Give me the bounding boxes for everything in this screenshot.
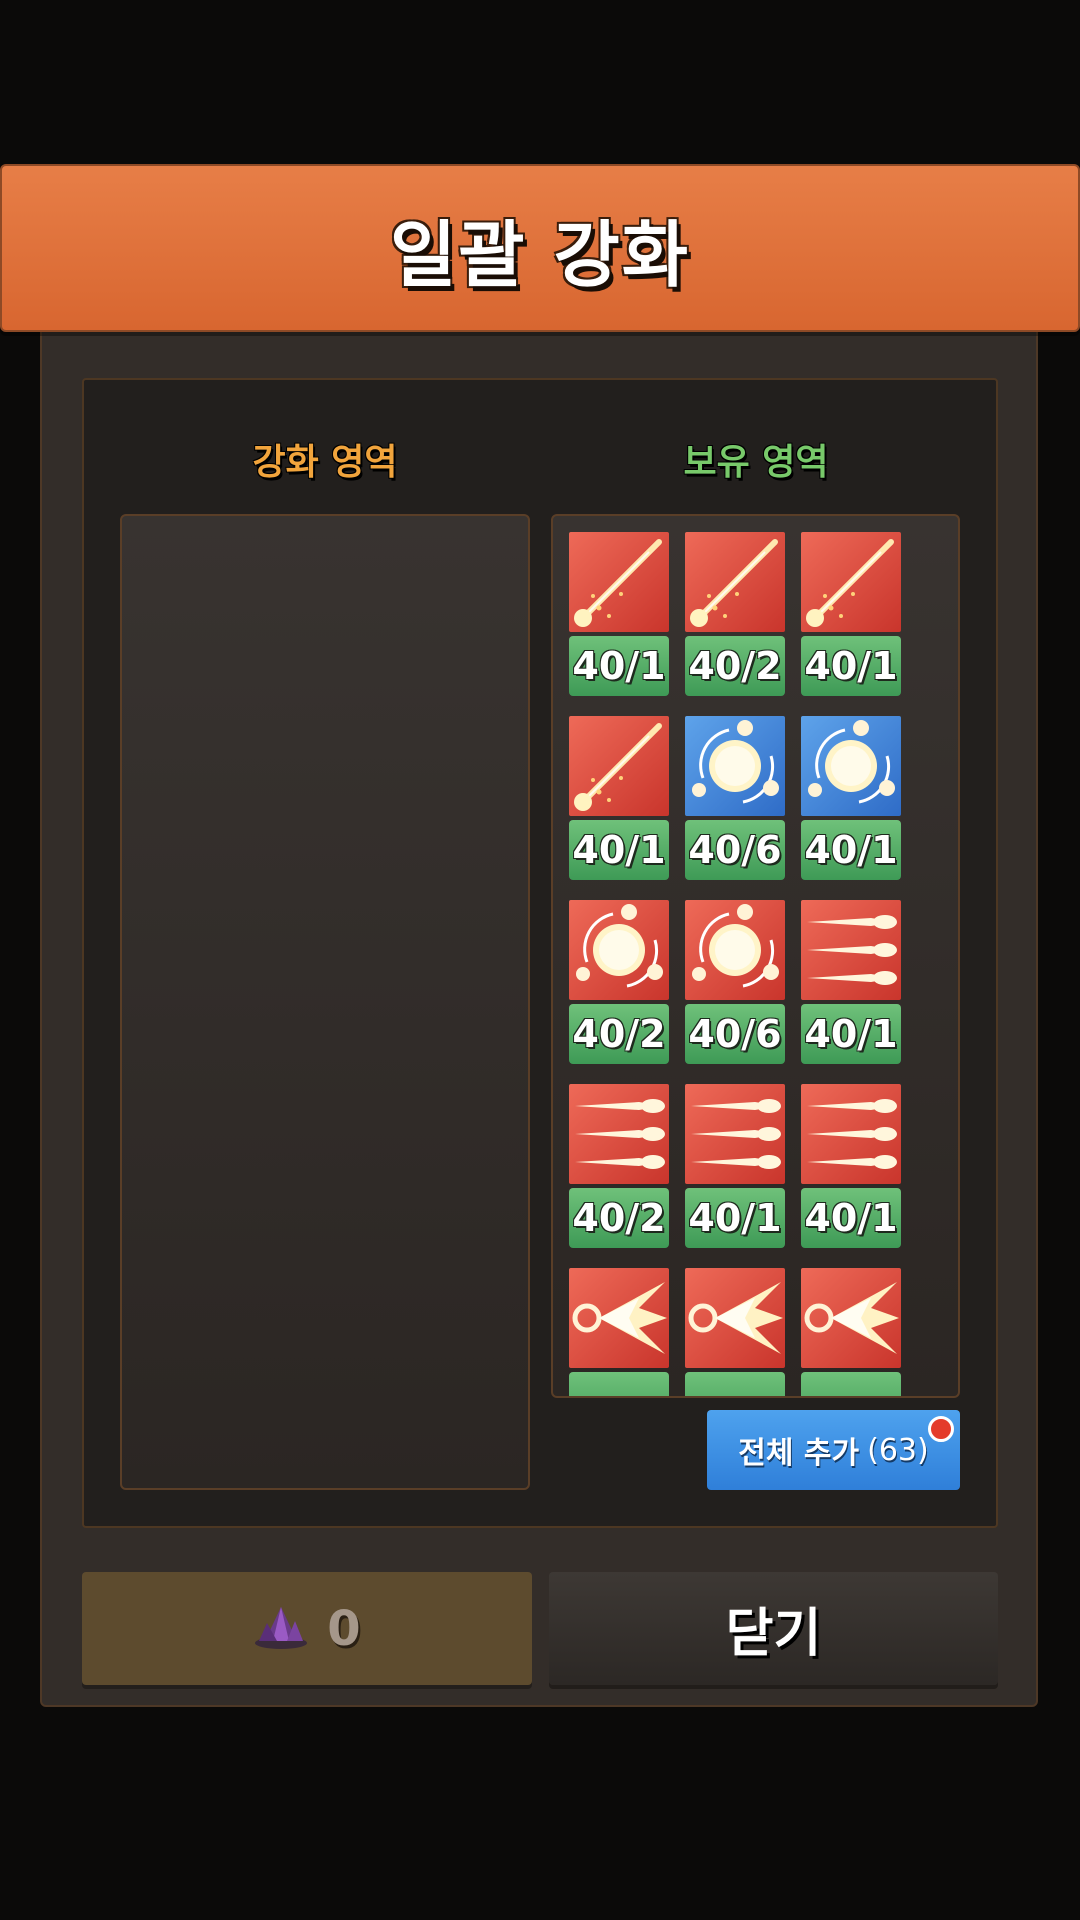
close-button[interactable]: 닫기 xyxy=(549,1572,998,1685)
slash-strike-icon xyxy=(569,716,669,816)
holding-area-label: 보유 영역 xyxy=(683,442,829,483)
item-level-badge: 40/6 xyxy=(685,1004,785,1064)
item-level-badge: 40/1 xyxy=(685,1188,785,1248)
item-level-badge: 40/2 xyxy=(685,636,785,696)
triple-missile-icon xyxy=(801,1084,901,1184)
holding-grid[interactable]: 40/1 40/2 40/1 40/1 40/6 40/1 40/2 40/6 40/1 40/2… xyxy=(569,532,949,1396)
item-card[interactable]: 40/1 xyxy=(801,716,901,880)
item-level-badge: 40/2 xyxy=(569,1188,669,1248)
slash-strike-icon xyxy=(685,532,785,632)
item-level-badge: 40/1 xyxy=(801,1004,901,1064)
item-level-badge: 40/1 xyxy=(569,636,669,696)
item-card[interactable]: 40/1 xyxy=(801,900,901,1064)
item-level-badge: 40/2 xyxy=(569,1004,669,1064)
orbit-sun-icon xyxy=(685,900,785,1000)
item-level-badge xyxy=(685,1372,785,1396)
item-level-badge: 40/1 xyxy=(569,820,669,880)
item-card[interactable]: 40/1 xyxy=(569,532,669,696)
enhance-area-dropzone[interactable] xyxy=(120,514,530,1490)
triple-missile-icon xyxy=(569,1084,669,1184)
item-level-badge: 40/6 xyxy=(685,820,785,880)
triple-missile-icon xyxy=(685,1084,785,1184)
enhance-cost-button[interactable]: 0 xyxy=(82,1572,532,1685)
item-level-badge xyxy=(801,1372,901,1396)
burst-blast-icon xyxy=(685,1268,785,1368)
add-all-count: (63) xyxy=(867,1432,929,1468)
item-card[interactable]: 40/2 xyxy=(569,900,669,1064)
item-card[interactable] xyxy=(569,1268,669,1396)
triple-missile-icon xyxy=(801,900,901,1000)
notification-dot xyxy=(928,1416,954,1442)
dialog-header: 일괄 강화 xyxy=(0,164,1080,332)
add-all-button[interactable]: 전체 추가 (63) xyxy=(707,1410,960,1490)
burst-blast-icon xyxy=(801,1268,901,1368)
purple-crystal-icon xyxy=(253,1605,309,1653)
item-card[interactable]: 40/6 xyxy=(685,900,785,1064)
burst-blast-icon xyxy=(569,1268,669,1368)
item-card[interactable] xyxy=(801,1268,901,1396)
enhance-cost-value: 0 xyxy=(327,1600,361,1657)
item-level-badge: 40/1 xyxy=(801,1188,901,1248)
item-card[interactable]: 40/1 xyxy=(801,1084,901,1248)
holding-area-list[interactable]: 40/1 40/2 40/1 40/1 40/6 40/1 40/2 40/6 40/1 40/2… xyxy=(551,514,960,1398)
item-card[interactable]: 40/1 xyxy=(801,532,901,696)
item-card[interactable]: 40/1 xyxy=(569,716,669,880)
item-card[interactable] xyxy=(685,1268,785,1396)
item-level-badge: 40/1 xyxy=(801,820,901,880)
item-card[interactable]: 40/2 xyxy=(685,532,785,696)
orbit-sun-icon xyxy=(801,716,901,816)
orbit-sun-icon xyxy=(685,716,785,816)
item-level-badge: 40/1 xyxy=(801,636,901,696)
orbit-sun-icon xyxy=(569,900,669,1000)
item-card[interactable]: 40/2 xyxy=(569,1084,669,1248)
item-card[interactable]: 40/1 xyxy=(685,1084,785,1248)
add-all-label: 전체 추가 xyxy=(738,1436,860,1471)
slash-strike-icon xyxy=(569,532,669,632)
item-card[interactable]: 40/6 xyxy=(685,716,785,880)
item-level-badge xyxy=(569,1372,669,1396)
enhance-area-label: 강화 영역 xyxy=(252,442,398,483)
slash-strike-icon xyxy=(801,532,901,632)
dialog-title: 일괄 강화 xyxy=(389,212,691,297)
